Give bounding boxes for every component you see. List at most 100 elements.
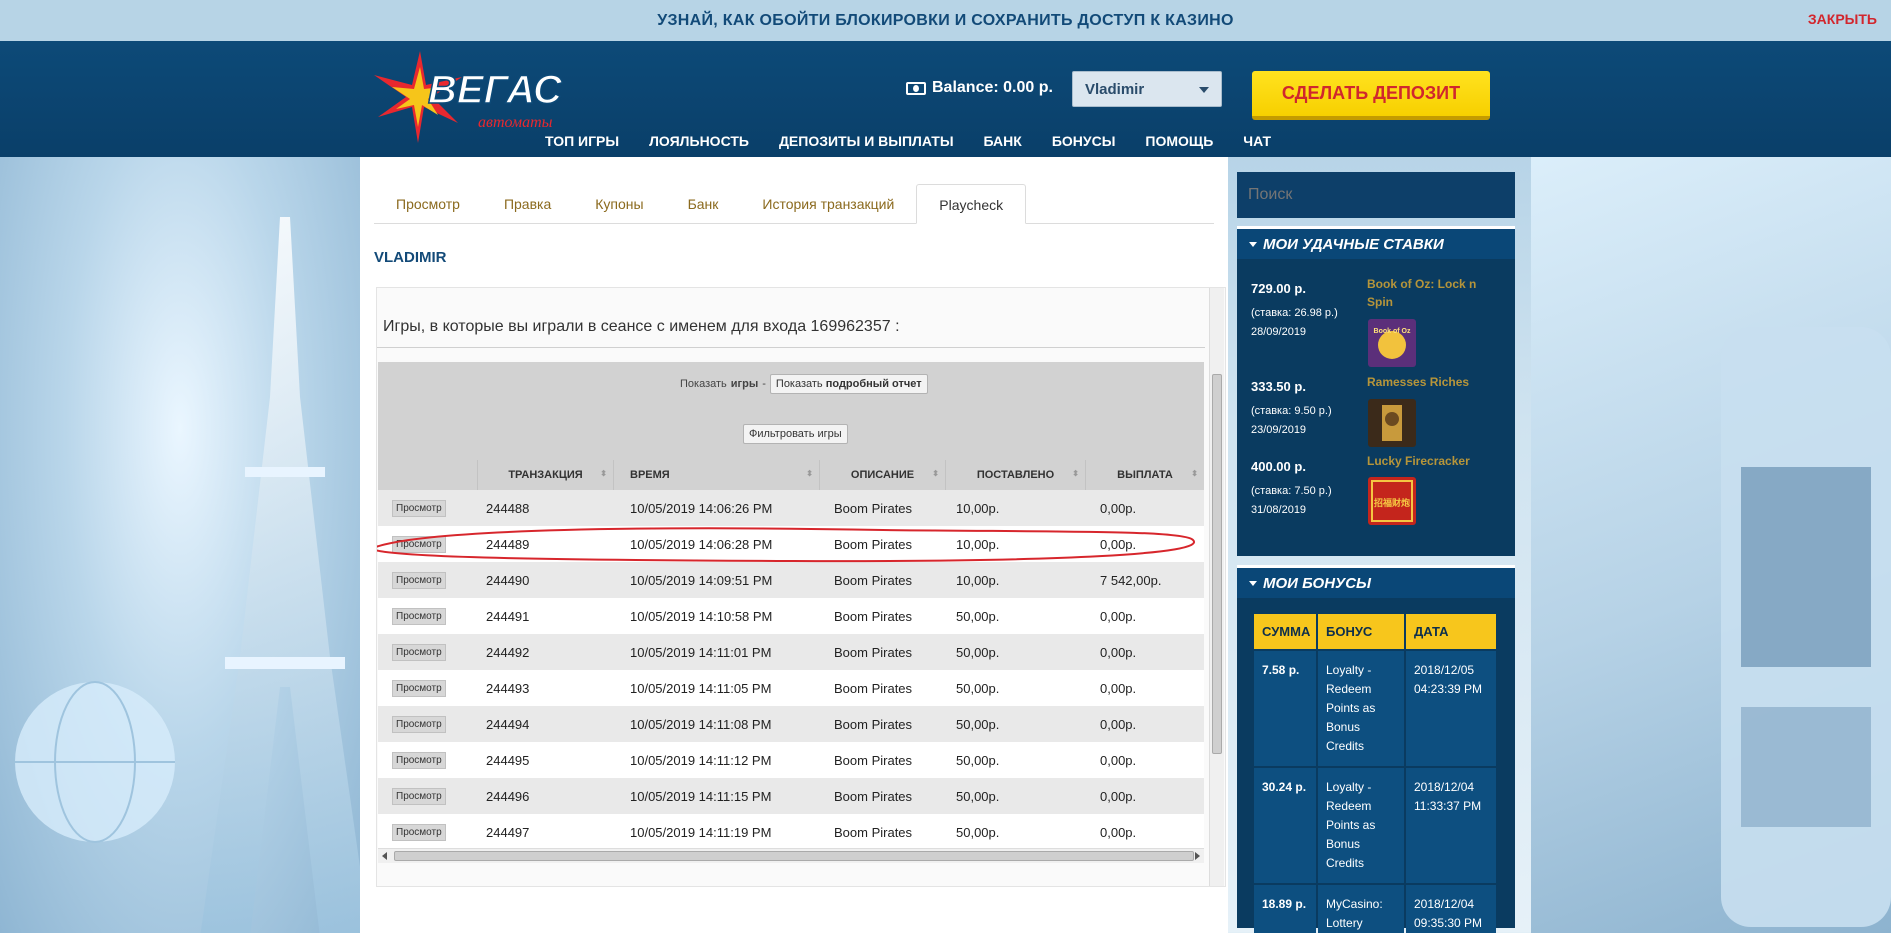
view-cell: Просмотр <box>378 571 478 589</box>
bet-amount: 10,00р. <box>956 572 1000 588</box>
payout-amount: 0,00р. <box>1100 644 1137 660</box>
search-input[interactable] <box>1237 172 1515 218</box>
tab-playcheck[interactable]: Playcheck <box>916 184 1027 224</box>
transaction-id: 244488 <box>486 500 530 516</box>
show-games-link[interactable]: игры <box>731 378 758 390</box>
scroll-left-icon[interactable] <box>382 852 387 860</box>
tab-edit[interactable]: Правка <box>482 184 573 224</box>
view-transaction-button[interactable]: Просмотр <box>392 716 446 733</box>
view-transaction-button[interactable]: Просмотр <box>392 536 446 553</box>
view-transaction-button[interactable]: Просмотр <box>392 680 446 697</box>
win-game-link[interactable]: Book of Oz: Lock n Spin <box>1367 275 1497 311</box>
col-description[interactable]: ОПИСАНИЕ ⬍ <box>820 460 946 490</box>
payout-amount: 0,00р. <box>1100 824 1137 840</box>
col-time-label: ВРЕМЯ <box>630 469 670 481</box>
view-cell: Просмотр <box>378 715 478 733</box>
vegas-logo[interactable]: ВЕГАС автоматы <box>372 47 572 147</box>
book-of-oz-thumb[interactable]: Book of Oz <box>1368 319 1416 367</box>
col-bet-label: ПОСТАВЛЕНО <box>976 469 1055 481</box>
nav-chat[interactable]: ЧАТ <box>1243 133 1271 149</box>
tab-bank[interactable]: Банк <box>666 184 741 224</box>
lucky-firecracker-thumb[interactable]: 招福财炮 <box>1368 477 1416 525</box>
view-cell: Просмотр <box>378 823 478 841</box>
divider <box>377 347 1205 348</box>
view-transaction-button[interactable]: Просмотр <box>392 824 446 841</box>
bet-amount: 50,00р. <box>956 752 1000 768</box>
playcheck-title: Игры, в которые вы играли в сеансе с име… <box>383 318 900 335</box>
sort-icon: ⬍ <box>600 469 607 478</box>
ramesses-riches-thumb[interactable] <box>1368 399 1416 447</box>
nav-bonuses[interactable]: БОНУСЫ <box>1052 133 1116 149</box>
transaction-time: 10/05/2019 14:11:12 PM <box>630 752 772 768</box>
col-payout[interactable]: ВЫПЛАТА ⬍ <box>1086 460 1204 490</box>
nav-bank[interactable]: БАНК <box>984 133 1022 149</box>
payout-amount: 0,00р. <box>1100 680 1137 696</box>
tab-view[interactable]: Просмотр <box>374 184 482 224</box>
table-row: Просмотр 244489 10/05/2019 14:06:28 PM Boom… <box>378 526 1204 562</box>
nav-loyalty[interactable]: ЛОЯЛЬНОСТЬ <box>649 133 749 149</box>
nav-deposits[interactable]: ДЕПОЗИТЫ И ВЫПЛАТЫ <box>779 133 954 149</box>
background-slot-scene <box>1531 157 1891 933</box>
view-transaction-button[interactable]: Просмотр <box>392 788 446 805</box>
chevron-down-icon <box>1199 87 1209 93</box>
detailed-report-button[interactable]: Показать подробный отчет <box>769 374 928 394</box>
vertical-scrollbar[interactable] <box>1209 288 1224 886</box>
playcheck-controls: Показать игры - Показать подробный отчет… <box>378 362 1204 460</box>
wins-list: 729.00 р. (ставка: 26.98 р.) 28/09/2019 … <box>1237 259 1515 556</box>
scroll-thumb[interactable] <box>1212 374 1222 754</box>
eiffel-tower-illustration <box>200 217 360 933</box>
wins-header[interactable]: МОИ УДАЧНЫЕ СТАВКИ <box>1237 226 1515 259</box>
col-bet[interactable]: ПОСТАВЛЕНО ⬍ <box>946 460 1086 490</box>
bonus-row: 30.24 р. Loyalty - Redeem Points as Bonu… <box>1254 768 1498 883</box>
win-item: 729.00 р. (ставка: 26.98 р.) 28/09/2019 <box>1251 281 1351 342</box>
caret-down-icon <box>1249 241 1257 247</box>
bonus-date: 2018/12/04 11:33:37 PM <box>1406 768 1496 883</box>
view-cell: Просмотр <box>378 499 478 517</box>
view-transaction-button[interactable]: Просмотр <box>392 644 446 661</box>
view-transaction-button[interactable]: Просмотр <box>392 500 446 517</box>
filter-games-button[interactable]: Фильтровать игры <box>743 424 848 444</box>
scroll-right-icon[interactable] <box>1195 852 1200 860</box>
transaction-id: 244491 <box>486 608 530 624</box>
bet-amount: 50,00р. <box>956 788 1000 804</box>
tab-transaction-history[interactable]: История транзакций <box>740 184 916 224</box>
scroll-thumb[interactable] <box>394 851 1194 861</box>
view-transaction-button[interactable]: Просмотр <box>392 608 446 625</box>
col-time[interactable]: ВРЕМЯ ⬍ <box>614 460 820 490</box>
table-row: Просмотр 244493 10/05/2019 14:11:05 PM Boom… <box>378 670 1204 706</box>
bonus-header[interactable]: МОИ БОНУСЫ <box>1237 565 1515 598</box>
view-transaction-button[interactable]: Просмотр <box>392 572 446 589</box>
close-announce-button[interactable]: ЗАКРЫТЬ <box>1808 11 1877 27</box>
sidebar: МОИ УДАЧНЫЕ СТАВКИ 729.00 р. (ставка: 26… <box>1237 172 1515 933</box>
bonus-sum: 7.58 р. <box>1254 651 1316 766</box>
thumb-text: 招福财炮 <box>1374 497 1410 509</box>
user-dropdown[interactable]: Vladimir <box>1072 71 1222 107</box>
game-description: Boom Pirates <box>834 536 913 552</box>
win-item: 400.00 р. (ставка: 7.50 р.) 31/08/2019 <box>1251 459 1351 520</box>
bonus-sum: 18.89 р. <box>1254 885 1316 933</box>
game-description: Boom Pirates <box>834 824 913 840</box>
bet-amount: 50,00р. <box>956 824 1000 840</box>
tab-coupons[interactable]: Купоны <box>573 184 665 224</box>
payout-amount: 0,00р. <box>1100 500 1137 516</box>
win-item: 333.50 р. (ставка: 9.50 р.) 23/09/2019 <box>1251 379 1351 440</box>
balance-text: Balance: 0.00 р. <box>932 79 1053 96</box>
nav-help[interactable]: ПОМОЩЬ <box>1145 133 1213 149</box>
bonus-panel: СУММА БОНУС ДАТА 7.58 р. Loyalty - Redee… <box>1237 598 1515 933</box>
main-nav: ТОП ИГРЫ ЛОЯЛЬНОСТЬ ДЕПОЗИТЫ И ВЫПЛАТЫ Б… <box>545 133 1301 149</box>
main-content: Просмотр Правка Купоны Банк История тран… <box>360 157 1228 933</box>
view-transaction-button[interactable]: Просмотр <box>392 752 446 769</box>
col-transaction[interactable]: ТРАНЗАКЦИЯ ⬍ <box>478 460 614 490</box>
win-game-link[interactable]: Lucky Firecracker <box>1367 452 1497 470</box>
col-payout-label: ВЫПЛАТА <box>1117 469 1173 481</box>
col-sum: СУММА <box>1254 614 1316 649</box>
table-row: Просмотр 244494 10/05/2019 14:11:08 PM Boom… <box>378 706 1204 742</box>
deposit-button[interactable]: СДЕЛАТЬ ДЕПОЗИТ <box>1252 71 1490 120</box>
horizontal-scrollbar[interactable] <box>378 848 1204 863</box>
view-cell: Просмотр <box>378 679 478 697</box>
nav-top-games[interactable]: ТОП ИГРЫ <box>545 133 619 149</box>
win-game-link[interactable]: Ramesses Riches <box>1367 373 1497 391</box>
transaction-id: 244495 <box>486 752 530 768</box>
transaction-time: 10/05/2019 14:11:05 PM <box>630 680 772 696</box>
announce-link[interactable]: УЗНАЙ, КАК ОБОЙТИ БЛОКИРОВКИ И СОХРАНИТЬ… <box>657 12 1234 30</box>
